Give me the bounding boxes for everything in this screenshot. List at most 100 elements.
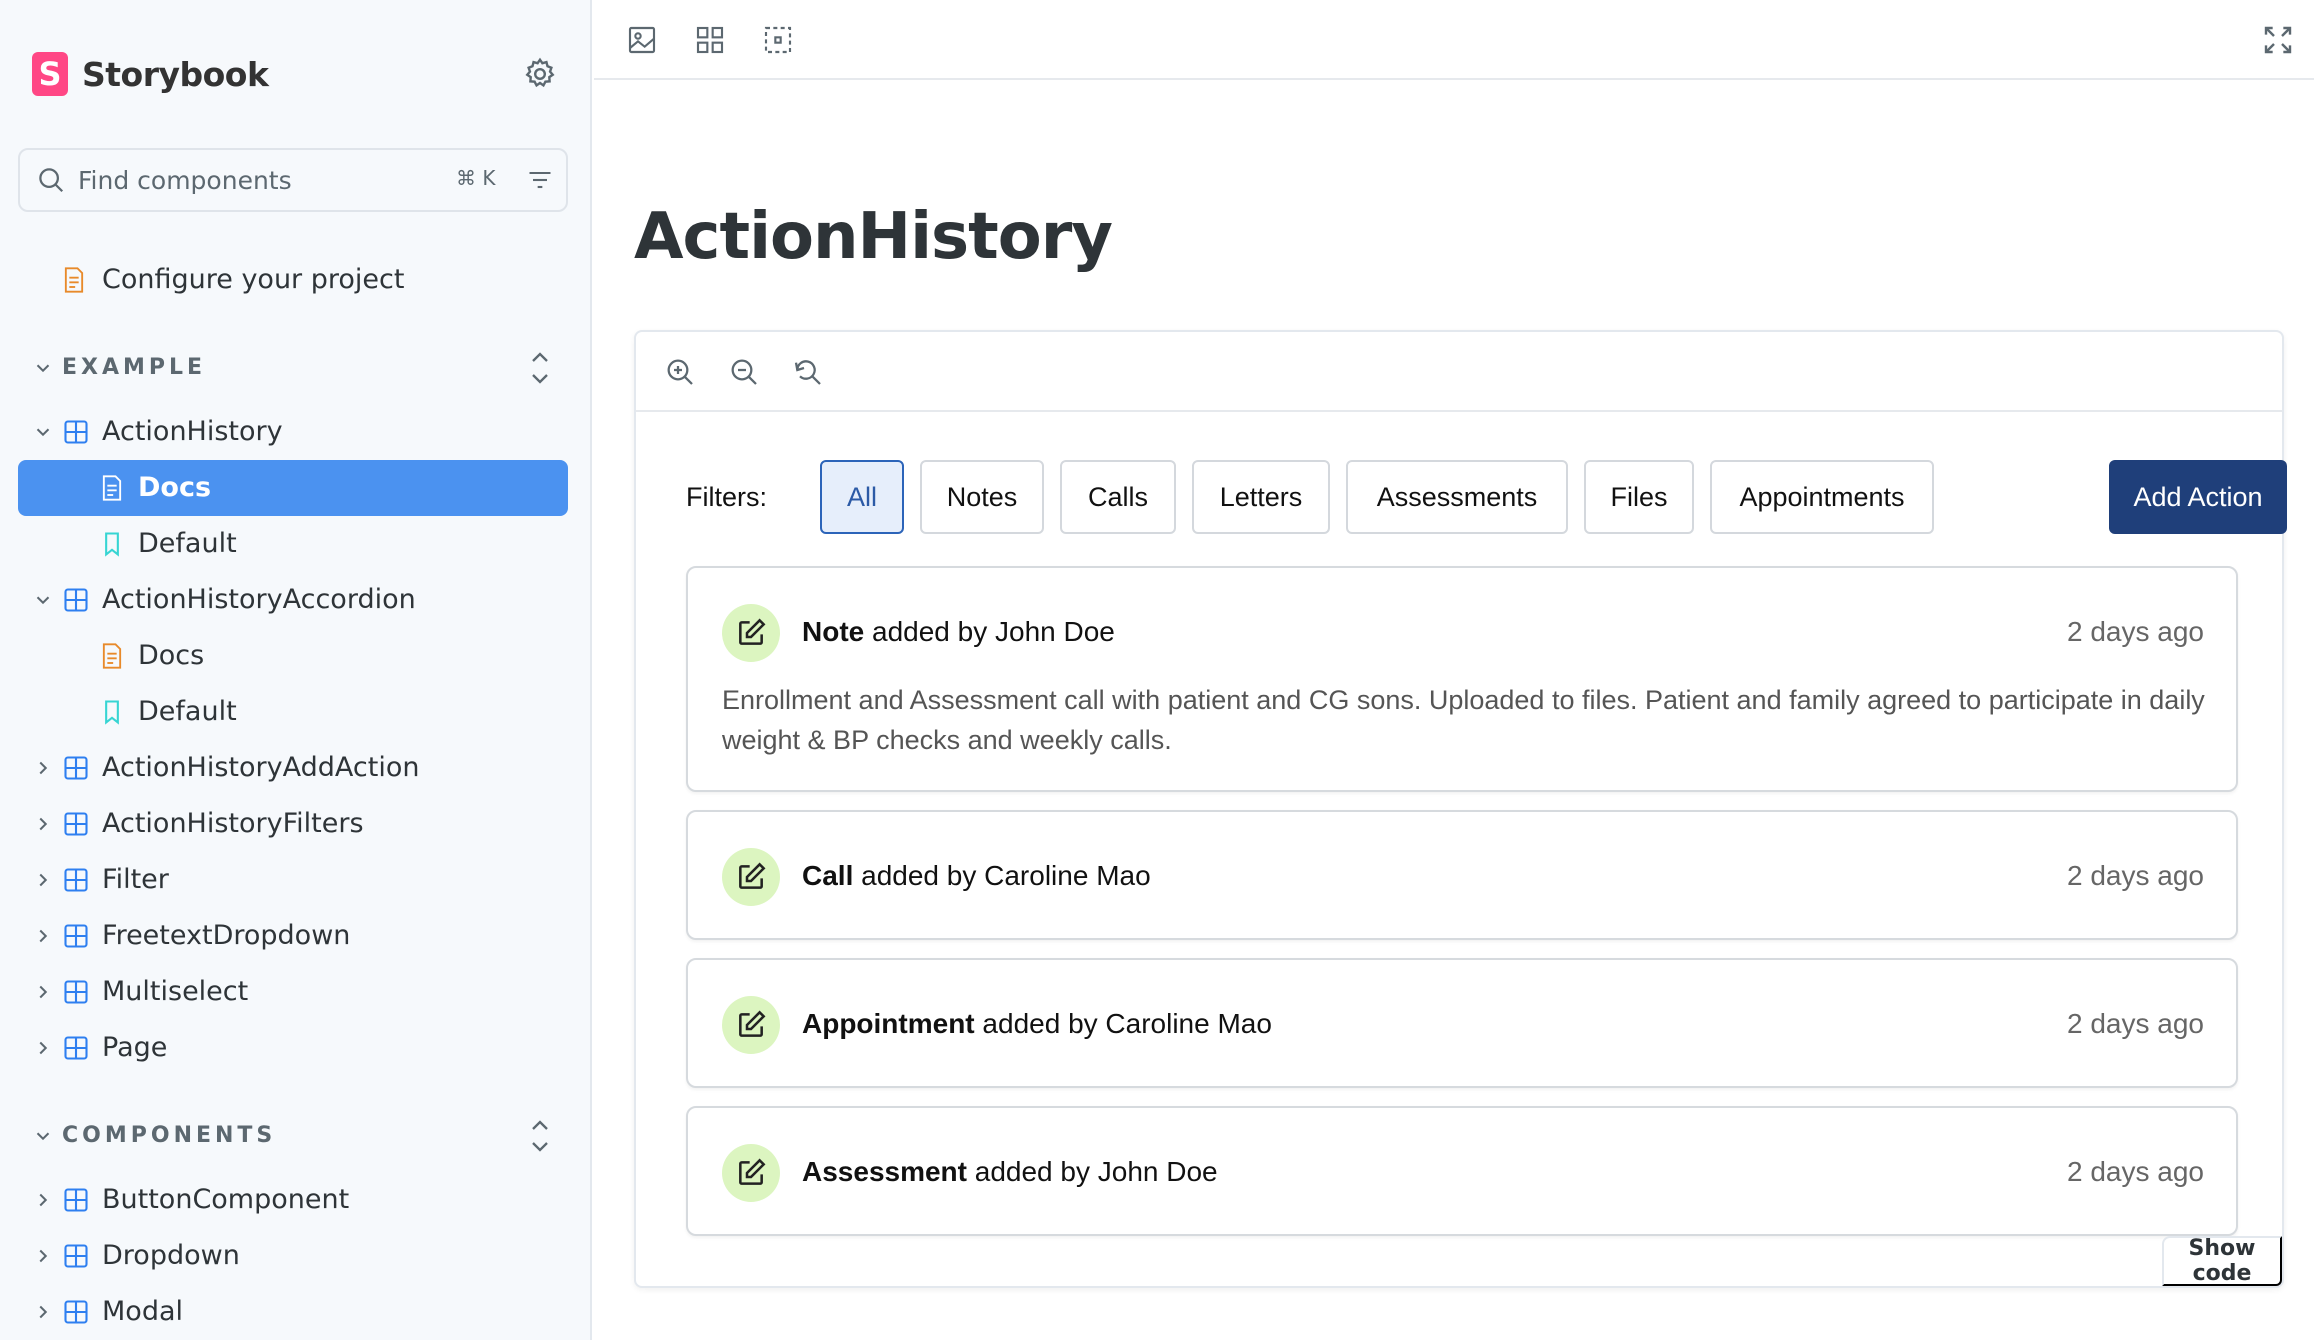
add-action-button[interactable]: Add Action (2109, 460, 2287, 534)
document-icon (102, 643, 122, 669)
page-title: ActionHistory (634, 200, 1113, 274)
action-timestamp: 2 days ago (2067, 616, 2204, 647)
component-icon (64, 812, 88, 836)
sidebar-item-configure[interactable]: Configure your project (18, 252, 568, 308)
brand-name: Storybook (82, 54, 269, 94)
component-icon (64, 924, 88, 948)
sidebar: S Storybook ⌘ K Configure your project E… (0, 0, 592, 1340)
sidebar-item-actionhistory-docs[interactable]: Docs (18, 460, 568, 516)
sidebar-item-label: Docs (138, 640, 205, 671)
action-author: added by John Doe (872, 616, 1115, 647)
sidebar-item-label: Dropdown (102, 1240, 240, 1271)
component-icon (64, 1036, 88, 1060)
edit-icon (722, 996, 780, 1054)
search-input[interactable] (78, 165, 438, 195)
document-icon (102, 475, 122, 501)
edit-icon (722, 1144, 780, 1202)
zoom-out-icon[interactable] (728, 356, 760, 388)
chevron-right-icon (39, 873, 48, 887)
outline-icon[interactable] (762, 24, 794, 56)
sidebar-item-modal[interactable]: Modal (18, 1284, 568, 1340)
action-title: Appointment added by Caroline Mao (802, 1008, 1272, 1040)
component-icon (64, 868, 88, 892)
sidebar-item-label: Filter (102, 864, 169, 895)
component-icon (64, 756, 88, 780)
sidebar-item-label: Default (138, 528, 237, 559)
chevron-down-icon (36, 596, 50, 605)
zoom-reset-icon[interactable] (792, 356, 824, 388)
filters-label: Filters: (686, 482, 767, 512)
action-card[interactable]: Assessment added by John Doe 2 days ago (686, 1106, 2238, 1236)
section-label: EXAMPLE (62, 355, 207, 380)
search-box[interactable]: ⌘ K (18, 148, 568, 212)
action-title: Note added by John Doe (802, 616, 1115, 648)
show-code-button[interactable]: Show code (2162, 1236, 2282, 1286)
sidebar-item-actionhistoryaccordion[interactable]: ActionHistoryAccordion (18, 572, 568, 628)
chevron-right-icon (39, 1041, 48, 1055)
action-card[interactable]: Note added by John Doe 2 days ago Enroll… (686, 566, 2238, 792)
chevron-right-icon (39, 1305, 48, 1319)
filter-icon[interactable] (526, 166, 554, 194)
action-card[interactable]: Appointment added by Caroline Mao 2 days… (686, 958, 2238, 1088)
section-components[interactable]: COMPONENTS (18, 1116, 568, 1156)
action-type: Assessment (802, 1156, 967, 1187)
action-timestamp: 2 days ago (2067, 860, 2204, 891)
filter-letters-button[interactable]: Letters (1192, 460, 1330, 534)
sidebar-item-freetextdropdown[interactable]: FreetextDropdown (18, 908, 568, 964)
action-title: Call added by Caroline Mao (802, 860, 1151, 892)
filter-all-button[interactable]: All (820, 460, 904, 534)
chevron-down-icon (36, 364, 50, 373)
chevron-right-icon (39, 985, 48, 999)
section-label: COMPONENTS (62, 1123, 277, 1148)
sidebar-item-label: Multiselect (102, 976, 249, 1007)
sidebar-item-dropdown[interactable]: Dropdown (18, 1228, 568, 1284)
component-icon (64, 1188, 88, 1212)
action-author: added by Caroline Mao (982, 1008, 1272, 1039)
sidebar-item-actionhistory[interactable]: ActionHistory (18, 404, 568, 460)
filter-assessments-button[interactable]: Assessments (1346, 460, 1568, 534)
sidebar-item-label: ActionHistory (102, 416, 283, 447)
component-icon (64, 588, 88, 612)
image-icon[interactable] (626, 24, 658, 56)
sidebar-item-accordion-default[interactable]: Default (18, 684, 568, 740)
search-shortcut: ⌘ K (456, 166, 496, 190)
action-card[interactable]: Call added by Caroline Mao 2 days ago (686, 810, 2238, 940)
sidebar-item-actionhistoryaddaction[interactable]: ActionHistoryAddAction (18, 740, 568, 796)
gear-icon[interactable] (522, 56, 558, 92)
sidebar-item-filter[interactable]: Filter (18, 852, 568, 908)
action-timestamp: 2 days ago (2067, 1156, 2204, 1187)
sidebar-item-multiselect[interactable]: Multiselect (18, 964, 568, 1020)
component-icon (64, 980, 88, 1004)
chevron-right-icon (39, 761, 48, 775)
zoom-in-icon[interactable] (664, 356, 696, 388)
sidebar-item-buttoncomponent[interactable]: ButtonComponent (18, 1172, 568, 1228)
expand-collapse-icon[interactable] (526, 348, 554, 388)
sidebar-item-page[interactable]: Page (18, 1020, 568, 1076)
bookmark-icon (105, 700, 119, 725)
action-type: Appointment (802, 1008, 975, 1039)
sidebar-item-label: Configure your project (102, 264, 405, 295)
grid-icon[interactable] (694, 24, 726, 56)
sidebar-item-label: ActionHistoryAddAction (102, 752, 420, 783)
sidebar-item-actionhistory-default[interactable]: Default (18, 516, 568, 572)
action-author: added by John Doe (974, 1156, 1218, 1187)
main-panel: ActionHistory Filters: All Notes Calls L… (594, 0, 2314, 1340)
expand-collapse-icon[interactable] (526, 1116, 554, 1156)
section-example[interactable]: EXAMPLE (18, 348, 568, 388)
chevron-right-icon (39, 1249, 48, 1263)
document-icon (64, 267, 84, 293)
filter-appointments-button[interactable]: Appointments (1710, 460, 1934, 534)
sidebar-item-label: FreetextDropdown (102, 920, 351, 951)
filter-notes-button[interactable]: Notes (920, 460, 1044, 534)
sidebar-item-label: Docs (138, 472, 212, 503)
sidebar-item-actionhistoryfilters[interactable]: ActionHistoryFilters (18, 796, 568, 852)
brand[interactable]: S Storybook (32, 52, 269, 96)
filter-files-button[interactable]: Files (1584, 460, 1694, 534)
sidebar-item-accordion-docs[interactable]: Docs (18, 628, 568, 684)
action-author: added by Caroline Mao (861, 860, 1151, 891)
component-icon (64, 420, 88, 444)
chevron-right-icon (39, 817, 48, 831)
filter-calls-button[interactable]: Calls (1060, 460, 1176, 534)
fullscreen-icon[interactable] (2262, 24, 2294, 56)
sidebar-item-label: ButtonComponent (102, 1184, 350, 1215)
